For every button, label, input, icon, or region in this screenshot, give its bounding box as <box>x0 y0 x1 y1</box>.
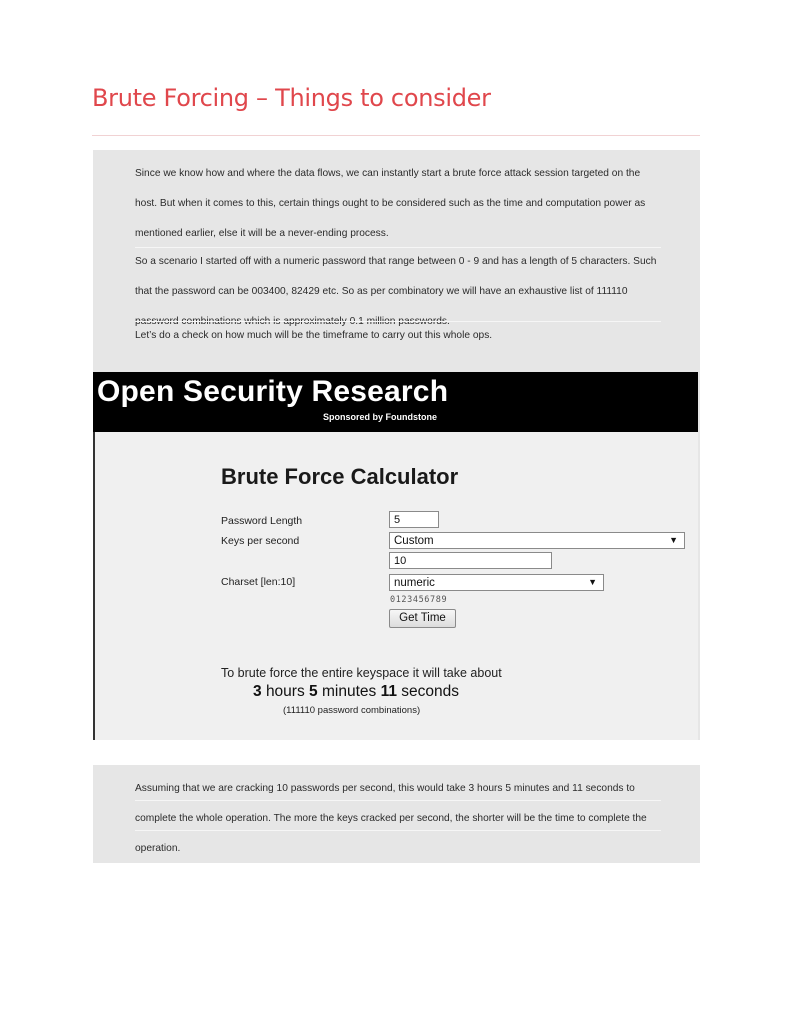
page-title: Brute Forcing – Things to consider <box>92 84 491 112</box>
result-minutes-value: 5 <box>309 683 318 700</box>
site-banner: Open Security Research Sponsored by Foun… <box>93 372 698 432</box>
result-lead-text: To brute force the entire keyspace it wi… <box>221 666 502 680</box>
chevron-down-icon: ▼ <box>588 577 597 587</box>
result-hours-value: 3 <box>253 683 262 700</box>
password-length-input[interactable]: 5 <box>389 511 439 528</box>
result-minutes-unit: minutes <box>321 683 377 700</box>
keys-per-second-label: Keys per second <box>221 535 300 547</box>
charset-select[interactable]: numeric ▼ <box>389 574 604 591</box>
intro-paragraph-3: Let’s do a check on how much will be the… <box>135 330 493 341</box>
banner-title: Open Security Research <box>97 375 449 408</box>
charset-selected-value: numeric <box>394 577 435 589</box>
chevron-down-icon: ▼ <box>669 535 678 545</box>
paragraph-divider <box>135 800 661 801</box>
keys-per-second-selected-value: Custom <box>394 535 434 547</box>
intro-paragraph-1: Since we know how and where the data flo… <box>135 168 646 239</box>
banner-subtitle: Sponsored by Foundstone <box>323 412 437 422</box>
paragraph-divider <box>135 830 661 831</box>
charset-preview: 0123456789 <box>390 595 448 605</box>
result-seconds-value: 11 <box>380 683 397 700</box>
charset-label: Charset [len:10] <box>221 576 296 588</box>
content-panel: Since we know how and where the data flo… <box>93 150 700 740</box>
result-seconds-unit: seconds <box>401 683 459 700</box>
brute-force-calculator-screenshot: Open Security Research Sponsored by Foun… <box>93 372 698 740</box>
keys-per-second-select[interactable]: Custom ▼ <box>389 532 685 549</box>
calculator-title: Brute Force Calculator <box>221 464 459 489</box>
result-time: 3 hours 5 minutes 11 seconds <box>253 683 459 701</box>
title-divider <box>92 135 700 136</box>
get-time-button[interactable]: Get Time <box>389 609 456 628</box>
keys-per-second-custom-input[interactable]: 10 <box>389 552 552 569</box>
closing-paragraph: Assuming that we are cracking 10 passwor… <box>135 783 647 854</box>
result-hours-unit: hours <box>265 683 305 700</box>
result-combinations: (111110 password combinations) <box>283 705 421 716</box>
conclusion-panel: Assuming that we are cracking 10 passwor… <box>93 765 700 863</box>
password-length-label: Password Length <box>221 515 303 527</box>
